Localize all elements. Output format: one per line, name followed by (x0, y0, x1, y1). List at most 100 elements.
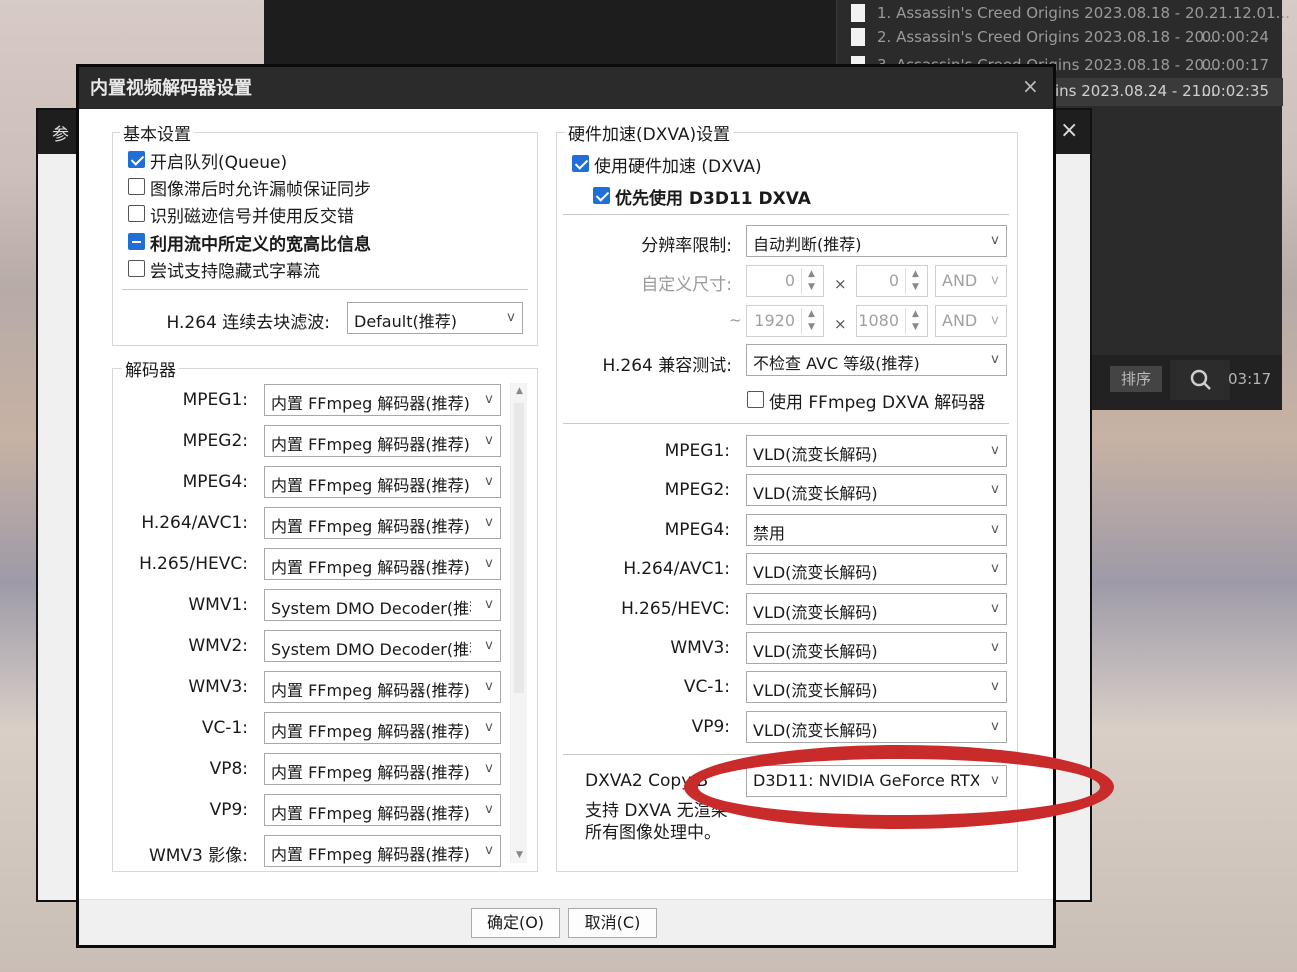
checkbox-checked-icon (128, 151, 145, 168)
dxva-mode-select[interactable]: VLD(流变长解码) v (746, 671, 1007, 703)
chevron-down-icon: v (984, 306, 1006, 336)
custom-size-label: 自定义尺寸: (641, 275, 732, 295)
dxva-mode-select[interactable]: VLD(流变长解码) v (746, 553, 1007, 585)
playlist-time: 03:17 (1228, 370, 1272, 388)
chevron-down-icon: v (984, 712, 1006, 742)
search-icon (1190, 369, 1211, 390)
chevron-down-icon: v (984, 436, 1006, 466)
dxva-mode-label: MPEG1: (664, 441, 730, 461)
divider (563, 214, 1009, 215)
dxva-hint-text: 支持 DXVA 无渲染 所有图像处理中。 (585, 801, 728, 843)
dxva-mode-label: WMV3: (670, 638, 730, 658)
decoder-select[interactable]: 内置 FFmpeg 解码器(推荐) v (264, 794, 501, 826)
dxva-mode-label: H.264/AVC1: (623, 559, 730, 579)
background-dark-area (264, 0, 836, 66)
decoder-select[interactable]: 内置 FFmpeg 解码器(推荐) v (264, 712, 501, 744)
basic-settings-legend: 基本设置 (120, 120, 194, 145)
chevron-down-icon: v (984, 515, 1006, 545)
dxva-mode-select[interactable]: VLD(流变长解码) v (746, 593, 1007, 625)
max-width-spinner[interactable]: 1920 ▲ ▼ (746, 305, 824, 337)
red-circle-annotation (684, 745, 1114, 829)
dxva-mode-select[interactable]: VLD(流变长解码) v (746, 474, 1007, 506)
min-height-spinner[interactable]: 0 ▲ ▼ (856, 265, 928, 297)
decoders-legend: 解码器 (122, 356, 179, 381)
decoder-label: WMV2: (188, 636, 248, 656)
decoders-scrollbar[interactable]: ▲ ▼ (510, 383, 527, 863)
decoder-select[interactable]: 内置 FFmpeg 解码器(推荐) v (264, 425, 501, 457)
spin-arrows-icon[interactable]: ▲ ▼ (905, 308, 925, 334)
decoder-label: MPEG1: (182, 390, 248, 410)
scroll-down-icon[interactable]: ▼ (511, 847, 528, 863)
spin-arrows-icon[interactable]: ▲ ▼ (801, 308, 821, 334)
chevron-down-icon: v (984, 345, 1006, 375)
decoder-select[interactable]: 内置 FFmpeg 解码器(推荐) v (264, 548, 501, 580)
decoder-select[interactable]: 内置 FFmpeg 解码器(推荐) v (264, 671, 501, 703)
chevron-down-icon: v (500, 303, 522, 333)
dxva-mode-label: VC-1: (683, 677, 730, 697)
dialog-footer (79, 899, 1053, 945)
dxva-legend: 硬件加速(DXVA)设置 (565, 120, 734, 145)
h264-compat-label: H.264 兼容测试: (602, 356, 732, 376)
file-icon (851, 28, 865, 46)
chevron-down-icon: v (478, 590, 500, 620)
decoder-label: WMV3 影像: (148, 846, 248, 866)
dxva-mode-label: MPEG4: (664, 520, 730, 540)
decoder-select[interactable]: 内置 FFmpeg 解码器(推荐) v (264, 384, 501, 416)
search-button[interactable] (1170, 360, 1230, 400)
divider (563, 423, 1009, 424)
file-icon (851, 4, 865, 22)
decoder-select[interactable]: 内置 FFmpeg 解码器(推荐) v (264, 507, 501, 539)
times-symbol: × (834, 275, 847, 293)
ok-button[interactable]: 确定(O) (471, 908, 560, 938)
background-close-icon[interactable]: × (1060, 118, 1078, 143)
cancel-button[interactable]: 取消(C) (568, 908, 657, 938)
chevron-down-icon: v (984, 594, 1006, 624)
decoder-label: VP9: (209, 800, 248, 820)
decoder-select[interactable]: System DMO Decoder(推荐) v (264, 589, 501, 621)
chevron-down-icon: v (984, 226, 1006, 256)
chevron-down-icon: v (478, 713, 500, 743)
decoder-label: WMV3: (188, 677, 248, 697)
decoder-select[interactable]: System DMO Decoder(推荐) v (264, 630, 501, 662)
chevron-down-icon: v (478, 631, 500, 661)
times-symbol: × (834, 315, 847, 333)
max-height-spinner[interactable]: 1080 ▲ ▼ (856, 305, 928, 337)
chevron-down-icon: v (478, 754, 500, 784)
dxva-mode-select[interactable]: VLD(流变长解码) v (746, 632, 1007, 664)
sort-button[interactable]: 排序 (1110, 366, 1162, 392)
resolution-limit-select[interactable]: 自动判断(推荐) v (746, 225, 1007, 257)
spin-arrows-icon[interactable]: ▲ ▼ (801, 268, 821, 294)
decoder-label: MPEG4: (182, 472, 248, 492)
h264-compat-select[interactable]: 不检查 AVC 等级(推荐) v (746, 344, 1007, 376)
chevron-down-icon: v (478, 549, 500, 579)
chevron-down-icon: v (984, 266, 1006, 296)
scroll-thumb[interactable] (514, 403, 524, 693)
decoder-select[interactable]: 内置 FFmpeg 解码器(推荐) v (264, 466, 501, 498)
dxva-mode-label: VP9: (691, 717, 730, 737)
decoder-label: VP8: (209, 759, 248, 779)
spin-arrows-icon[interactable]: ▲ ▼ (905, 268, 925, 294)
deblock-label: H.264 连续去块滤波: (166, 313, 330, 333)
dxva-mode-select[interactable]: VLD(流变长解码) v (746, 435, 1007, 467)
decoder-label: MPEG2: (182, 431, 248, 451)
min-mode-select[interactable]: AND v (935, 265, 1007, 297)
chevron-down-icon: v (984, 554, 1006, 584)
decoder-select[interactable]: 内置 FFmpeg 解码器(推荐) v (264, 753, 501, 785)
dxva-mode-select[interactable]: VLD(流变长解码) v (746, 711, 1007, 743)
checkbox-indeterminate-icon (128, 233, 145, 250)
tilde-symbol: ~ (729, 311, 742, 329)
checkbox-checked-icon (593, 187, 610, 204)
dxva-mode-select[interactable]: 禁用 v (746, 514, 1007, 546)
decoder-label: VC-1: (201, 718, 248, 738)
background-window-title: 参 (52, 125, 69, 145)
close-icon[interactable]: × (1022, 74, 1039, 98)
min-width-spinner[interactable]: 0 ▲ ▼ (746, 265, 824, 297)
checkbox-checked-icon (572, 155, 589, 172)
chevron-down-icon: v (478, 426, 500, 456)
deblock-select[interactable]: Default(推荐) v (347, 302, 523, 334)
chevron-down-icon: v (478, 795, 500, 825)
playlist-item[interactable]: 2. Assassin's Creed Origins 2023.08.18 -… (837, 24, 1283, 52)
max-mode-select[interactable]: AND v (935, 305, 1007, 337)
scroll-up-icon[interactable]: ▲ (511, 383, 528, 399)
decoder-select[interactable]: 内置 FFmpeg 解码器(推荐) v (264, 835, 501, 867)
